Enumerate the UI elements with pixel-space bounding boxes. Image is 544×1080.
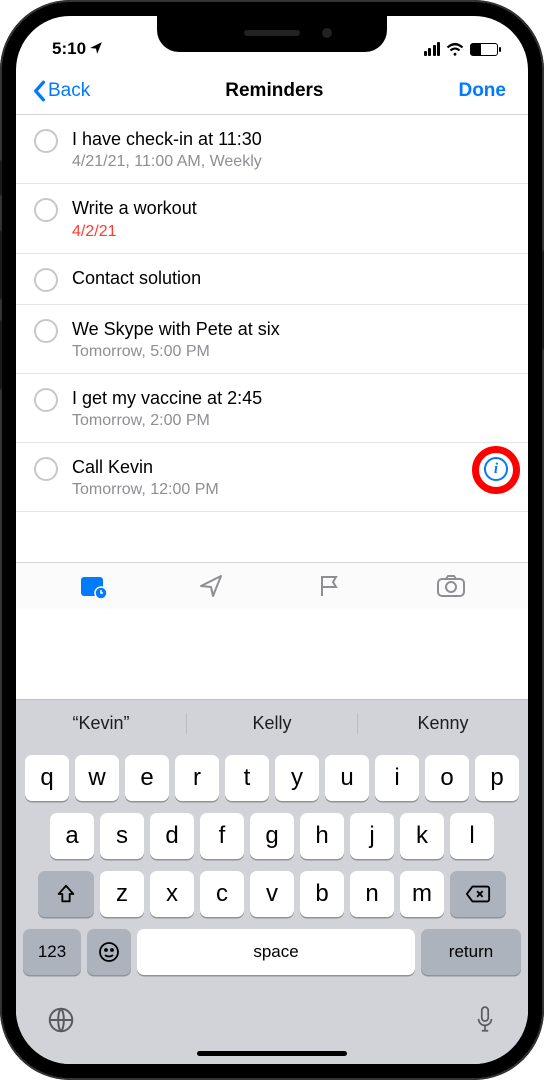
key-r[interactable]: r <box>175 755 219 801</box>
calendar-icon[interactable] <box>79 573 109 599</box>
location-arrow-icon <box>89 41 103 58</box>
key-z[interactable]: z <box>100 871 144 917</box>
return-key[interactable]: return <box>421 929 521 975</box>
home-indicator[interactable] <box>197 1051 347 1056</box>
key-e[interactable]: e <box>125 755 169 801</box>
completion-circle[interactable] <box>34 268 58 292</box>
reminder-title: I get my vaccine at 2:45 <box>72 386 510 410</box>
reminder-row[interactable]: We Skype with Pete at six Tomorrow, 5:00 … <box>16 305 528 374</box>
page-title: Reminders <box>225 80 323 102</box>
reminder-subtitle: Tomorrow, 12:00 PM <box>72 481 510 499</box>
reminder-subtitle: Tomorrow, 2:00 PM <box>72 412 510 430</box>
wifi-icon <box>446 42 464 56</box>
key-m[interactable]: m <box>400 871 444 917</box>
reminder-title: Call Kevin <box>72 455 510 479</box>
key-o[interactable]: o <box>425 755 469 801</box>
reminder-title: Write a workout <box>72 196 510 220</box>
shift-key[interactable] <box>38 871 94 917</box>
suggestion[interactable]: “Kevin” <box>16 713 187 734</box>
number-key[interactable]: 123 <box>23 929 81 975</box>
backspace-key[interactable] <box>450 871 506 917</box>
battery-icon <box>470 43 498 56</box>
key-v[interactable]: v <box>250 871 294 917</box>
key-h[interactable]: h <box>300 813 344 859</box>
back-label: Back <box>48 80 90 102</box>
location-icon[interactable] <box>198 573 228 599</box>
reminder-row[interactable]: Write a workout 4/2/21 <box>16 184 528 253</box>
key-k[interactable]: k <box>400 813 444 859</box>
key-b[interactable]: b <box>300 871 344 917</box>
key-j[interactable]: j <box>350 813 394 859</box>
suggestion[interactable]: Kenny <box>358 713 528 734</box>
key-d[interactable]: d <box>150 813 194 859</box>
key-g[interactable]: g <box>250 813 294 859</box>
reminder-row[interactable]: I get my vaccine at 2:45 Tomorrow, 2:00 P… <box>16 374 528 443</box>
emoji-key[interactable] <box>87 929 131 975</box>
completion-circle[interactable] <box>34 457 58 481</box>
info-button[interactable]: i <box>484 457 508 481</box>
completion-circle[interactable] <box>34 319 58 343</box>
globe-icon[interactable] <box>46 1005 76 1042</box>
navigation-bar: Back Reminders Done <box>16 66 528 115</box>
key-n[interactable]: n <box>350 871 394 917</box>
reminder-subtitle: Tomorrow, 5:00 PM <box>72 343 510 361</box>
reminder-row[interactable]: Call Kevin Tomorrow, 12:00 PM i <box>16 443 528 512</box>
done-button[interactable]: Done <box>458 80 506 102</box>
info-icon: i <box>494 462 498 477</box>
space-key[interactable]: space <box>137 929 415 975</box>
key-q[interactable]: q <box>25 755 69 801</box>
flag-icon[interactable] <box>317 573 347 599</box>
key-y[interactable]: y <box>275 755 319 801</box>
back-button[interactable]: Back <box>32 80 90 102</box>
chevron-left-icon <box>32 80 46 102</box>
key-i[interactable]: i <box>375 755 419 801</box>
key-s[interactable]: s <box>100 813 144 859</box>
reminder-row[interactable]: Contact solution <box>16 254 528 305</box>
mic-icon[interactable] <box>472 1005 498 1042</box>
reminder-title: I have check-in at 11:30 <box>72 127 510 151</box>
status-time: 5:10 <box>52 39 86 59</box>
key-u[interactable]: u <box>325 755 369 801</box>
reminders-list: I have check-in at 11:30 4/21/21, 11:00 A… <box>16 115 528 512</box>
reminder-title: Contact solution <box>72 266 510 290</box>
completion-circle[interactable] <box>34 129 58 153</box>
cellular-signal-icon <box>424 42 441 56</box>
reminder-row[interactable]: I have check-in at 11:30 4/21/21, 11:00 A… <box>16 115 528 184</box>
key-x[interactable]: x <box>150 871 194 917</box>
reminder-subtitle: 4/2/21 <box>72 223 510 241</box>
suggestion[interactable]: Kelly <box>187 713 358 734</box>
completion-circle[interactable] <box>34 388 58 412</box>
key-c[interactable]: c <box>200 871 244 917</box>
key-p[interactable]: p <box>475 755 519 801</box>
keyboard: “Kevin”KellyKenny qwertyuiop asdfghjkl z… <box>16 699 528 1064</box>
suggestions-bar: “Kevin”KellyKenny <box>16 699 528 747</box>
key-f[interactable]: f <box>200 813 244 859</box>
reminder-title: We Skype with Pete at six <box>72 317 510 341</box>
completion-circle[interactable] <box>34 198 58 222</box>
key-a[interactable]: a <box>50 813 94 859</box>
key-t[interactable]: t <box>225 755 269 801</box>
camera-icon[interactable] <box>436 573 466 599</box>
key-w[interactable]: w <box>75 755 119 801</box>
quick-toolbar <box>16 562 528 609</box>
key-l[interactable]: l <box>450 813 494 859</box>
reminder-subtitle: 4/21/21, 11:00 AM, Weekly <box>72 153 510 171</box>
